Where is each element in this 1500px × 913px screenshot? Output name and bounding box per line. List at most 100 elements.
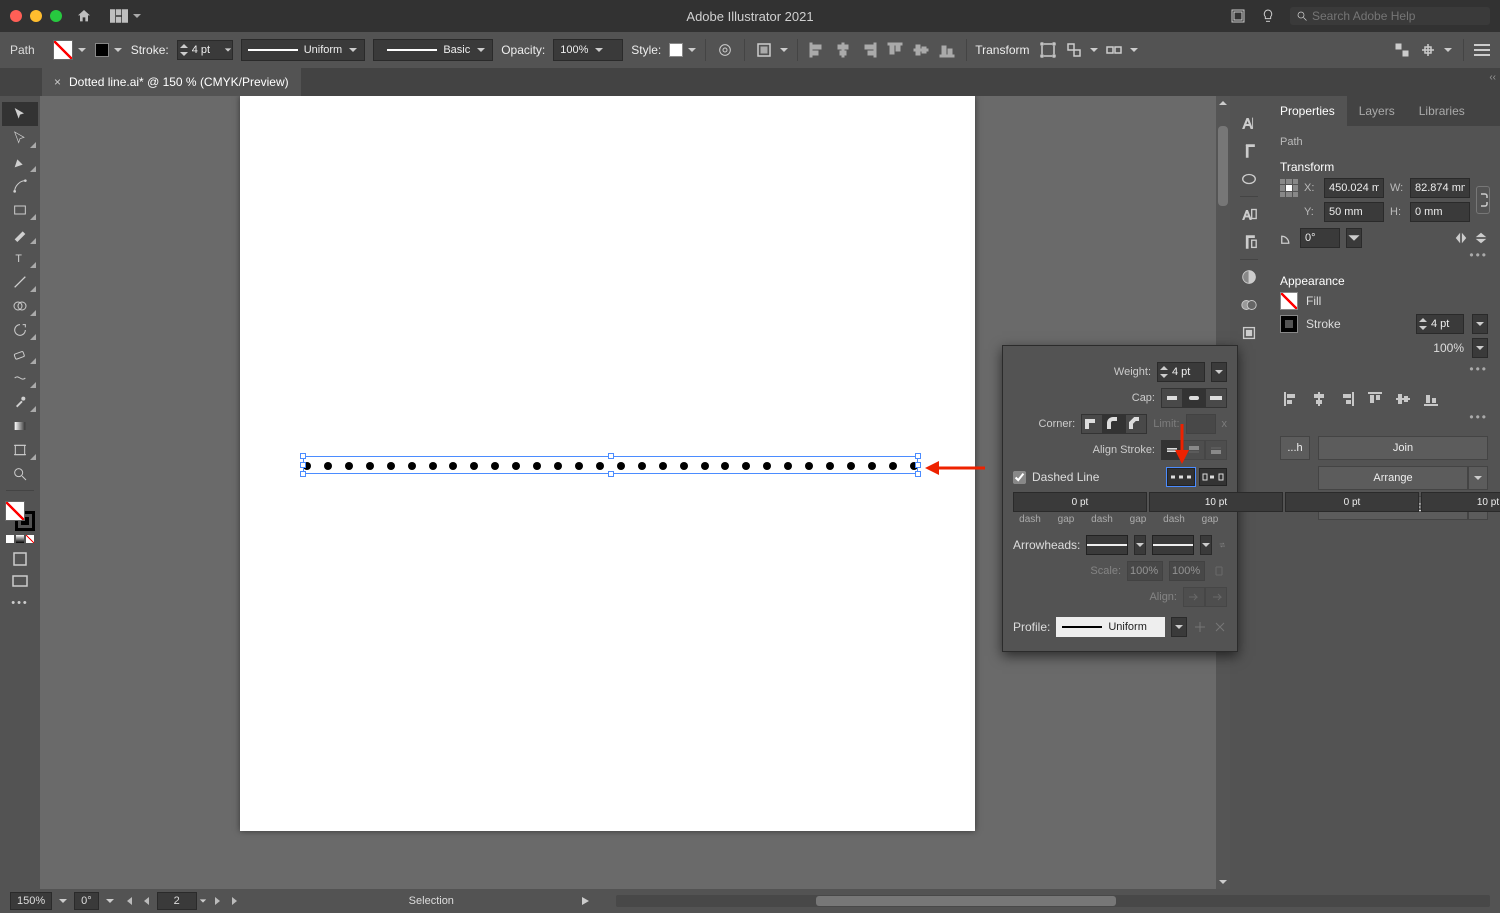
- butt-cap-button[interactable]: [1161, 388, 1183, 408]
- type-tool[interactable]: T: [2, 246, 38, 270]
- curvature-tool[interactable]: [2, 174, 38, 198]
- align-bottom-button[interactable]: [936, 39, 958, 61]
- dash2-input[interactable]: [1285, 492, 1419, 512]
- align-vcenter-button[interactable]: [1392, 388, 1414, 410]
- join-button[interactable]: Join: [1318, 436, 1488, 460]
- fill-swatch-control[interactable]: [53, 40, 87, 60]
- align-right-button[interactable]: [858, 39, 880, 61]
- isolate-button[interactable]: [1063, 39, 1085, 61]
- color-panel-icon[interactable]: [1240, 268, 1258, 286]
- minimize-window-button[interactable]: [30, 10, 42, 22]
- flip-horizontal-button[interactable]: [1454, 231, 1468, 245]
- chevron-down-icon[interactable]: [105, 896, 115, 906]
- rotate-tool[interactable]: [2, 318, 38, 342]
- align-hcenter-button[interactable]: [832, 39, 854, 61]
- eraser-tool[interactable]: [2, 342, 38, 366]
- resize-handle[interactable]: [300, 462, 306, 468]
- para-styles-panel-icon[interactable]: [1240, 233, 1258, 251]
- chevron-down-icon[interactable]: [199, 897, 207, 905]
- w-input[interactable]: [1410, 178, 1470, 198]
- scroll-down-button[interactable]: [1216, 875, 1230, 889]
- shape-builder-tool[interactable]: [2, 294, 38, 318]
- snap-options-button[interactable]: [1417, 39, 1439, 61]
- horizontal-scrollbar[interactable]: [616, 895, 1490, 907]
- transform-label[interactable]: Transform: [975, 43, 1029, 57]
- stroke-weight-stepper[interactable]: [1416, 314, 1464, 334]
- selected-path[interactable]: [303, 456, 918, 474]
- eyedropper-tool[interactable]: [2, 390, 38, 414]
- offset-path-button[interactable]: ...h: [1280, 436, 1310, 460]
- reference-point-selector[interactable]: [1280, 179, 1298, 197]
- stroke-weight-dropdown[interactable]: [1472, 314, 1488, 334]
- opacity-select[interactable]: 100%: [553, 39, 623, 61]
- home-icon[interactable]: [76, 8, 92, 24]
- align-vcenter-button[interactable]: [910, 39, 932, 61]
- align-left-button[interactable]: [1280, 388, 1302, 410]
- fill-stroke-indicator[interactable]: [5, 501, 35, 531]
- align-right-button[interactable]: [1336, 388, 1358, 410]
- character-panel-icon[interactable]: A: [1240, 114, 1258, 132]
- swatches-panel-icon[interactable]: [1240, 296, 1258, 314]
- artboard-tool[interactable]: [2, 438, 38, 462]
- opacity-label[interactable]: Opacity:: [501, 43, 545, 57]
- maximize-window-button[interactable]: [50, 10, 62, 22]
- resize-handle[interactable]: [915, 453, 921, 459]
- stroke-swatch[interactable]: [1280, 315, 1298, 333]
- resize-handle[interactable]: [300, 453, 306, 459]
- paintbrush-tool[interactable]: [2, 222, 38, 246]
- tab-libraries[interactable]: Libraries: [1407, 96, 1477, 126]
- link-wh-toggle[interactable]: [1476, 186, 1490, 214]
- variable-width-profile-select[interactable]: Uniform: [241, 39, 366, 61]
- weight-dropdown[interactable]: [1211, 362, 1227, 382]
- transform-more-button[interactable]: •••: [1280, 248, 1488, 262]
- align-more-button[interactable]: •••: [1280, 410, 1488, 424]
- profile-dropdown[interactable]: [1171, 617, 1187, 637]
- lightbulb-icon[interactable]: [1260, 8, 1276, 24]
- help-search-input[interactable]: [1312, 9, 1482, 23]
- stroke-weight-input[interactable]: [1429, 318, 1463, 330]
- screen-mode-button[interactable]: [12, 573, 28, 589]
- stroke-weight-control-label[interactable]: Stroke:: [131, 43, 169, 57]
- draw-mode-button[interactable]: [12, 551, 28, 567]
- tab-properties[interactable]: Properties: [1268, 96, 1347, 126]
- zoom-tool[interactable]: [2, 462, 38, 486]
- arrange-button[interactable]: Arrange: [1318, 466, 1468, 490]
- gap1-input[interactable]: [1149, 492, 1283, 512]
- close-tab-button[interactable]: ×: [54, 75, 61, 89]
- workspace-switcher-icon[interactable]: [1230, 8, 1246, 24]
- bevel-join-button[interactable]: [1125, 414, 1147, 434]
- scrollbar-thumb[interactable]: [1218, 126, 1228, 206]
- line-tool[interactable]: [2, 270, 38, 294]
- width-tool[interactable]: [2, 366, 38, 390]
- color-modes[interactable]: [6, 535, 34, 543]
- align-left-button[interactable]: [806, 39, 828, 61]
- dashed-line-checkbox[interactable]: [1013, 471, 1026, 484]
- char-styles-panel-icon[interactable]: A: [1240, 205, 1258, 223]
- h-input[interactable]: [1410, 202, 1470, 222]
- brushes-panel-icon[interactable]: [1240, 324, 1258, 342]
- resize-handle[interactable]: [915, 471, 921, 477]
- rectangle-tool[interactable]: [2, 198, 38, 222]
- flip-vertical-button[interactable]: [1474, 231, 1488, 245]
- projecting-cap-button[interactable]: [1205, 388, 1227, 408]
- round-cap-button[interactable]: [1183, 388, 1205, 408]
- weight-input[interactable]: [1170, 366, 1204, 378]
- align-top-button[interactable]: [1364, 388, 1386, 410]
- weight-stepper[interactable]: [1157, 362, 1205, 382]
- angle-dropdown[interactable]: [1346, 228, 1362, 248]
- resize-handle[interactable]: [608, 471, 614, 477]
- flip-along-icon[interactable]: [1193, 620, 1207, 634]
- paragraph-panel-icon[interactable]: [1240, 142, 1258, 160]
- chevron-down-icon[interactable]: [58, 896, 68, 906]
- opacity-value[interactable]: 100%: [1433, 341, 1464, 355]
- stroke-weight-input[interactable]: [190, 44, 224, 56]
- stroke-swatch-control[interactable]: [95, 43, 123, 57]
- arrowhead-end-select[interactable]: [1152, 535, 1194, 555]
- document-tab[interactable]: × Dotted line.ai* @ 150 % (CMYK/Preview): [42, 68, 301, 96]
- miter-join-button[interactable]: [1081, 414, 1103, 434]
- recolor-artwork-button[interactable]: [714, 39, 736, 61]
- resize-handle[interactable]: [300, 471, 306, 477]
- gradient-tool[interactable]: [2, 414, 38, 438]
- arrowhead-end-dropdown[interactable]: [1200, 535, 1212, 555]
- panel-toggle-icon[interactable]: ‹‹: [1489, 72, 1496, 83]
